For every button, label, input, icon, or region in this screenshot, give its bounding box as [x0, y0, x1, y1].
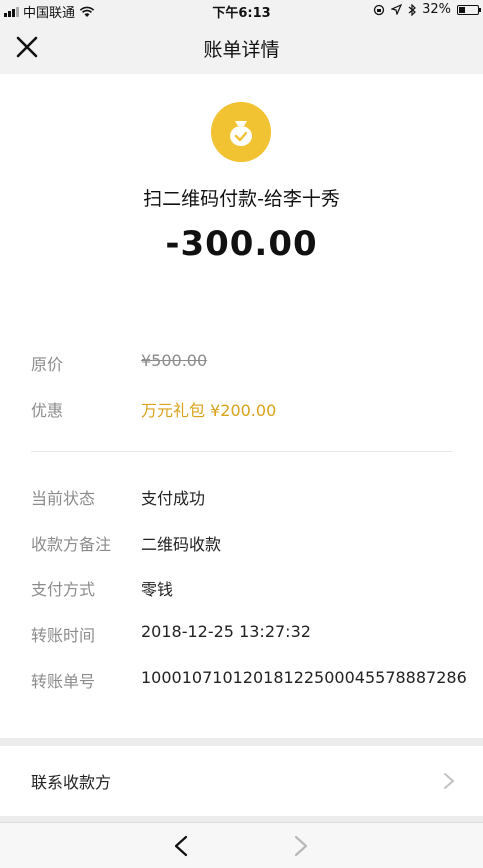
status-value: 支付成功: [141, 489, 206, 508]
transfer-time-row: 转账时间 2018-12-25 13:27:32: [31, 622, 471, 646]
status-label: 当前状态: [31, 489, 96, 508]
transfer-time-value: 2018-12-25 13:27:32: [141, 622, 311, 641]
payment-method-label: 支付方式: [31, 580, 96, 599]
forward-arrow-icon[interactable]: [292, 835, 310, 857]
transfer-number-label: 转账单号: [31, 672, 96, 691]
nav-bar: 账单详情: [0, 20, 483, 74]
transfer-time-label: 转账时间: [31, 626, 96, 645]
contact-payee-label: 联系收款方: [31, 773, 112, 792]
chevron-right-icon: [444, 773, 455, 789]
original-price-label: 原价: [31, 355, 64, 374]
back-arrow-icon[interactable]: [172, 835, 190, 857]
payee-note-value: 二维码收款: [141, 535, 222, 554]
transfer-number-value: 1000107101201812250004557888728‌6: [141, 668, 467, 687]
battery-fill: [459, 6, 465, 13]
original-price-value: ¥500.00: [141, 351, 208, 370]
payee-note-label: 收款方备注: [31, 535, 112, 554]
transfer-number-row: 转账单号 1000107101201812250004557888728‌6: [31, 668, 471, 692]
location-icon: [391, 4, 403, 15]
original-price-row: 原价 ¥500.00: [31, 351, 471, 375]
page-title: 账单详情: [203, 39, 280, 61]
transaction-amount: -300.00: [165, 224, 318, 264]
discount-label: 优惠: [31, 401, 64, 420]
contact-payee-button[interactable]: 联系收款方: [0, 746, 483, 816]
payment-method-row: 支付方式 零钱: [31, 576, 471, 600]
battery-icon: [457, 4, 481, 15]
divider: [31, 451, 452, 452]
bluetooth-icon: [408, 3, 416, 16]
status-row: 当前状态 支付成功: [31, 485, 471, 509]
transaction-title: 扫二维码付款-给李十秀: [143, 188, 340, 210]
status-bar: 中国联通 下午6:13 32%: [0, 0, 483, 21]
payment-method-value: 零钱: [141, 580, 174, 599]
bill-detail-card: 扫二维码付款-给李十秀 -300.00 原价 ¥500.00 优惠 万元礼包 ¥…: [0, 74, 483, 738]
rotation-lock-icon: [373, 4, 385, 15]
discount-value: 万元礼包 ¥200.00: [141, 401, 277, 420]
bottom-toolbar: [0, 822, 483, 868]
money-bag-icon: [211, 102, 271, 162]
discount-row: 优惠 万元礼包 ¥200.00: [31, 397, 471, 421]
payee-note-row: 收款方备注 二维码收款: [31, 531, 471, 555]
status-right: 32%: [373, 2, 481, 17]
battery-percent: 32%: [422, 2, 451, 17]
